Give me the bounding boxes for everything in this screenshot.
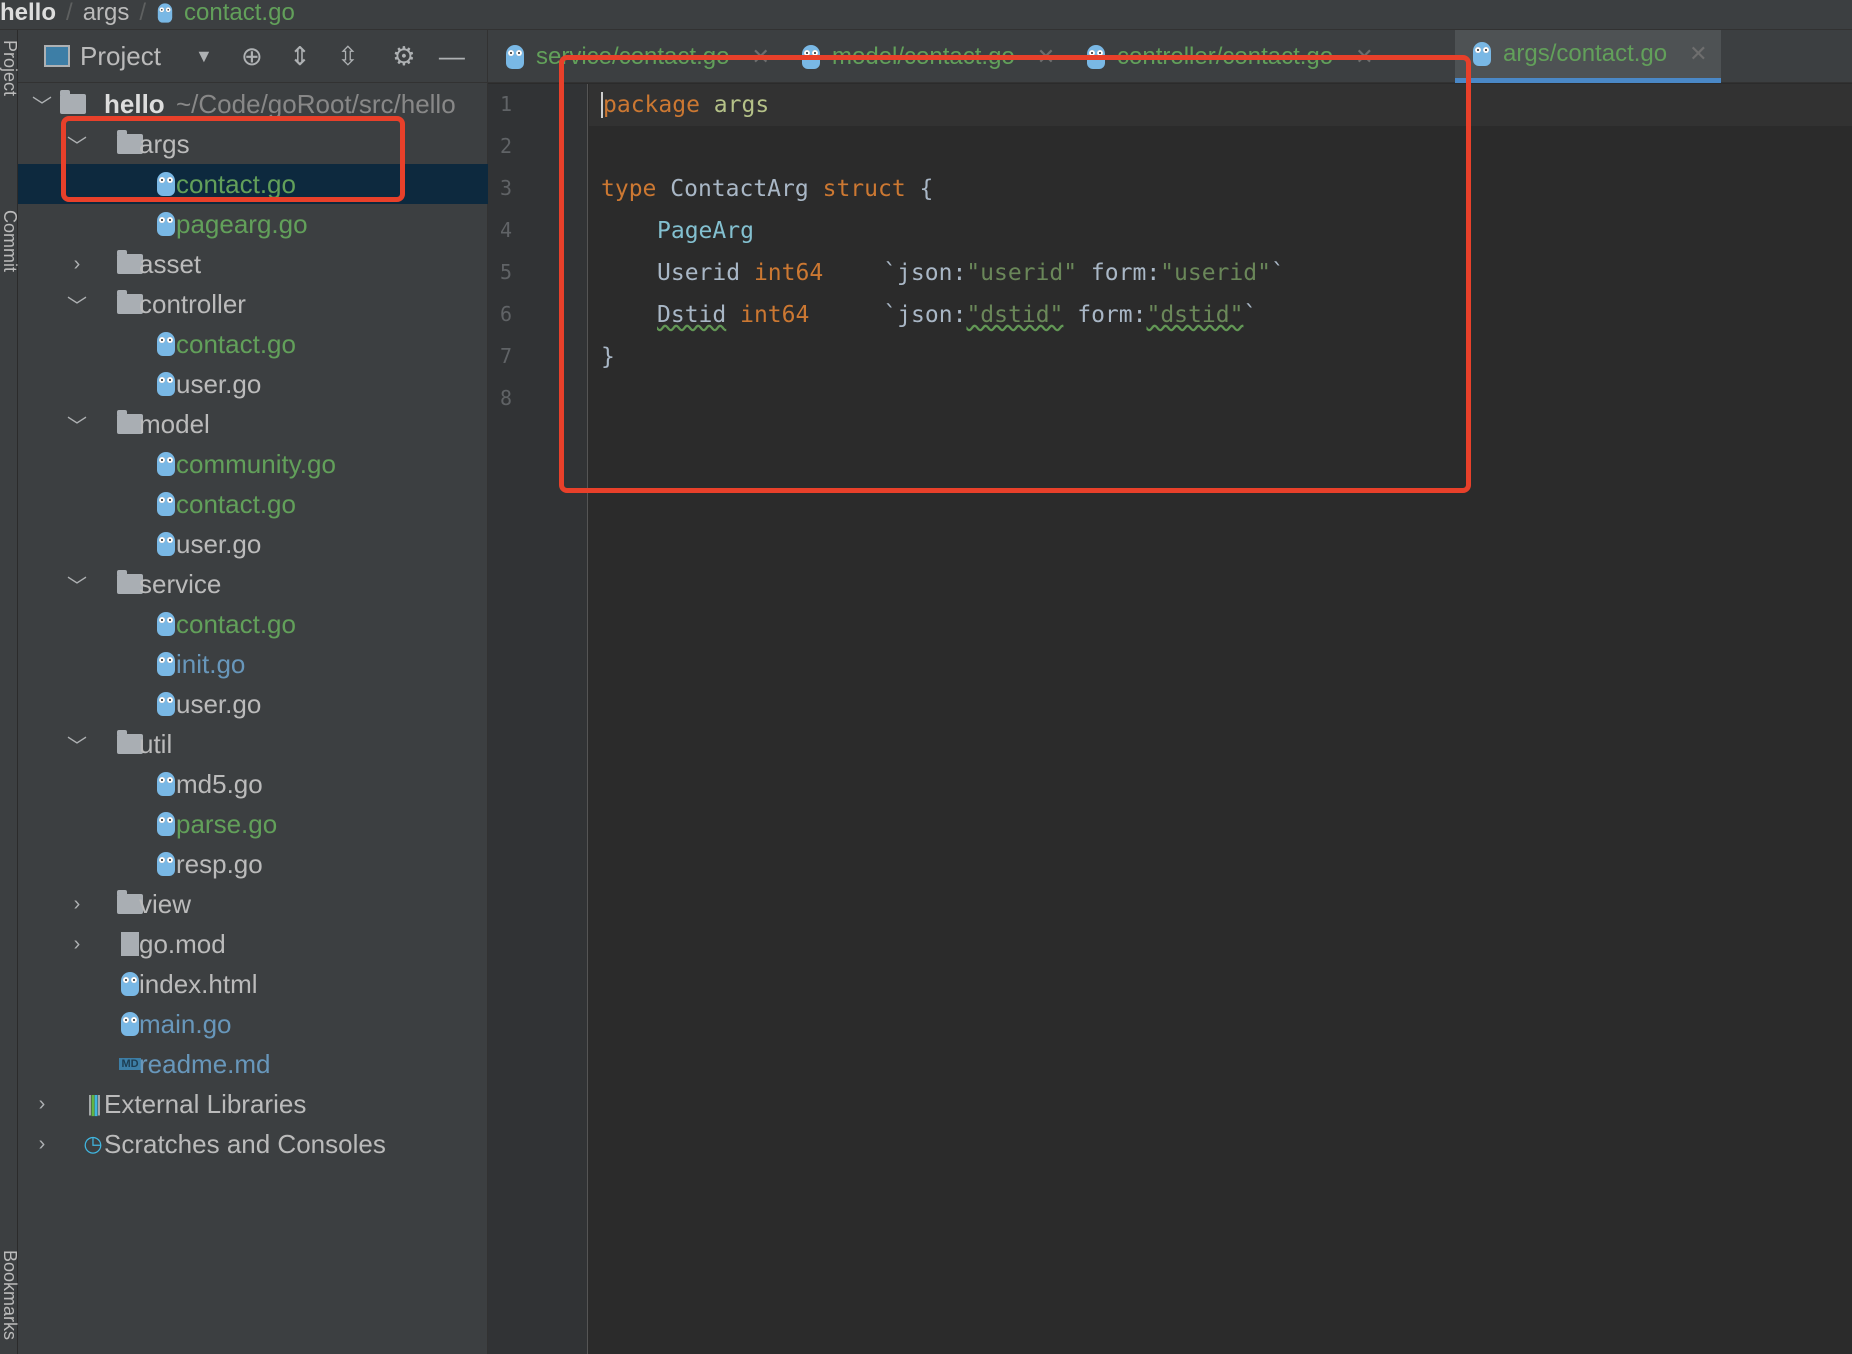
tree-row[interactable]: community.go	[18, 444, 488, 484]
tree-item-label: contact.go	[176, 608, 296, 639]
minimize-icon[interactable]: —	[435, 41, 469, 72]
chevron-right-icon[interactable]: ›	[67, 893, 87, 916]
tree-item-label: External Libraries	[104, 1088, 307, 1119]
separator: /	[139, 0, 147, 26]
tree-item-label: pagearg.go	[176, 208, 308, 239]
locate-icon[interactable]: ⊕	[235, 41, 269, 72]
chevron-down-icon[interactable]: ﹀	[67, 730, 87, 759]
tree-item-label: model	[139, 408, 210, 439]
tree-item-label: contact.go	[176, 488, 296, 519]
project-tool-button[interactable]: Project	[0, 40, 20, 96]
tree-row[interactable]: main.go	[18, 1004, 488, 1044]
tree-item-label: community.go	[176, 448, 336, 479]
tree-item-label: resp.go	[176, 848, 263, 879]
tree-item-label: user.go	[176, 368, 262, 399]
tree-row[interactable]: ﹀ controller	[18, 284, 488, 324]
tree-row[interactable]: › asset	[18, 244, 488, 284]
tree-item-label: asset	[139, 248, 202, 279]
project-view-title[interactable]: Project	[80, 41, 161, 72]
go-file-icon	[157, 2, 173, 23]
close-icon[interactable]: ✕	[1689, 41, 1707, 67]
tree-item-label: md5.go	[176, 768, 263, 799]
tree-row[interactable]: ﹀ model	[18, 404, 488, 444]
tree-row[interactable]: parse.go	[18, 804, 488, 844]
go-file-icon	[1473, 42, 1491, 66]
line-number: 5	[500, 260, 513, 284]
breadcrumb-file[interactable]: contact.go	[184, 0, 295, 27]
tree-item-label: Scratches and Consoles	[104, 1128, 386, 1159]
chevron-right-icon[interactable]: ›	[67, 253, 87, 276]
tree-item-label: util	[139, 728, 173, 759]
tree-row[interactable]: › go.mod	[18, 924, 488, 964]
tree-item-label: service	[139, 568, 222, 599]
tree-item-label: index.html	[139, 968, 258, 999]
tree-row[interactable]: md5.go	[18, 764, 488, 804]
expand-all-icon[interactable]: ⇕	[283, 41, 317, 72]
tool-window-strip: Project Commit Bookmarks	[0, 30, 20, 1354]
line-number: 8	[500, 386, 513, 410]
tree-item-label: controller	[139, 288, 246, 319]
root-name: hello	[104, 88, 165, 119]
tree-row[interactable]: › |||| External Libraries	[18, 1084, 488, 1124]
chevron-down-icon[interactable]: ﹀	[67, 290, 87, 319]
tab-label: args/contact.go	[1503, 40, 1668, 67]
tab-args-contact-go[interactable]: args/contact.go ✕	[1455, 30, 1721, 83]
commit-tool-button[interactable]: Commit	[0, 210, 20, 272]
tree-row[interactable]: contact.go	[18, 604, 488, 644]
tree-row[interactable]: resp.go	[18, 844, 488, 884]
chevron-right-icon[interactable]: ›	[32, 1133, 52, 1156]
folder-icon	[60, 90, 86, 117]
project-panel-header: Project ▼ ⊕ ⇕ ⇳ ⚙ —	[18, 30, 487, 83]
dropdown-icon[interactable]: ▼	[187, 46, 221, 67]
project-window-icon	[44, 45, 70, 67]
root-path: ~/Code/goRoot/src/hello	[176, 88, 456, 119]
tree-row[interactable]: user.go	[18, 684, 488, 724]
separator: /	[66, 0, 73, 26]
library-icon: ||||	[87, 1091, 102, 1116]
chevron-down-icon[interactable]: ﹀	[67, 570, 87, 599]
chevron-right-icon[interactable]: ›	[32, 1093, 52, 1116]
tree-row[interactable]: ﹀ service	[18, 564, 488, 604]
line-number: 3	[500, 176, 513, 200]
tree-item-label: init.go	[176, 648, 246, 679]
line-number: 1	[500, 92, 513, 116]
scratches-icon: ◷	[83, 1131, 103, 1156]
tree-row[interactable]: init.go	[18, 644, 488, 684]
tree-item-label: go.mod	[139, 928, 226, 959]
tree-item-label: user.go	[176, 528, 262, 559]
chevron-down-icon[interactable]: ﹀	[32, 90, 52, 119]
line-number: 2	[500, 134, 513, 158]
line-number: 4	[500, 218, 513, 242]
chevron-down-icon[interactable]: ﹀	[67, 410, 87, 439]
line-number: 7	[500, 344, 513, 368]
highlight-box-editor	[559, 55, 1471, 493]
collapse-all-icon[interactable]: ⇳	[331, 41, 365, 72]
tree-item-label: view	[139, 888, 192, 919]
tree-row[interactable]: user.go	[18, 524, 488, 564]
breadcrumb: hello / args / contact.go	[0, 0, 1852, 30]
line-number: 6	[500, 302, 513, 326]
tree-row[interactable]: › view	[18, 884, 488, 924]
highlight-box-tree	[61, 116, 405, 202]
tree-row[interactable]: › ◷ Scratches and Consoles	[18, 1124, 488, 1164]
tree-item-label: parse.go	[176, 808, 278, 839]
tree-row[interactable]: ﹀ util	[18, 724, 488, 764]
tree-item-label: readme.md	[139, 1048, 271, 1079]
tree-row[interactable]: index.html	[18, 964, 488, 1004]
breadcrumb-hello[interactable]: hello	[0, 0, 56, 27]
tree-row[interactable]: contact.go	[18, 484, 488, 524]
chevron-right-icon[interactable]: ›	[67, 933, 87, 956]
go-file-icon	[506, 44, 524, 69]
tree-row[interactable]: contact.go	[18, 324, 488, 364]
gear-icon[interactable]: ⚙	[387, 41, 421, 72]
tree-item-label: main.go	[139, 1008, 232, 1039]
tree-item-label: user.go	[176, 688, 262, 719]
bookmarks-tool-button[interactable]: Bookmarks	[0, 1250, 20, 1340]
breadcrumb-args[interactable]: args	[83, 0, 130, 27]
tree-row[interactable]: pagearg.go	[18, 204, 488, 244]
tree-row[interactable]: user.go	[18, 364, 488, 404]
tree-item-label: contact.go	[176, 328, 296, 359]
project-panel: Project ▼ ⊕ ⇕ ⇳ ⚙ — ﹀ hello ~/Code/goRoo…	[18, 30, 488, 1354]
tree-row[interactable]: MD readme.md	[18, 1044, 488, 1084]
